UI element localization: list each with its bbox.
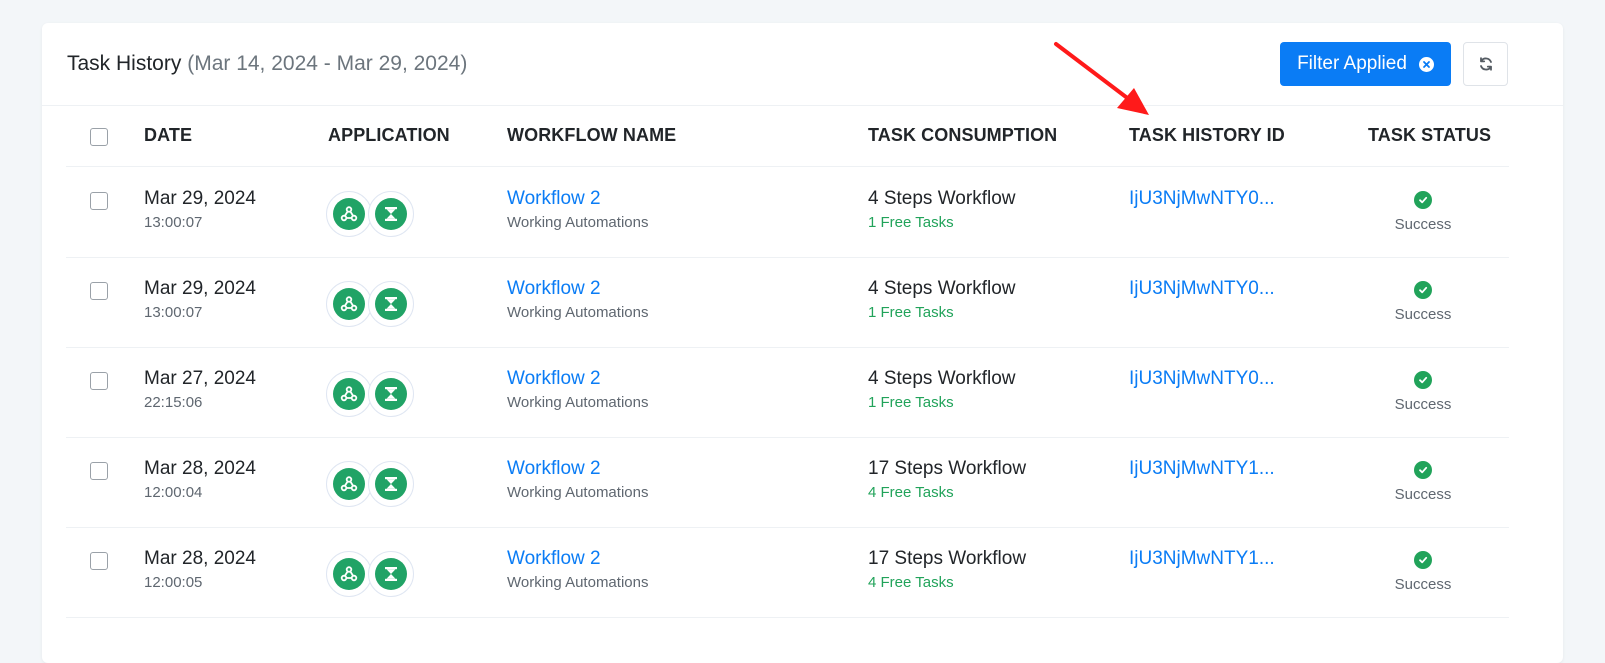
table-row[interactable]: Mar 28, 2024 12:00:04 Workflow 2 Working…	[66, 437, 1509, 528]
free-tasks: 1 Free Tasks	[868, 214, 954, 231]
workflow-link[interactable]: Workflow 2	[507, 188, 601, 210]
check-circle-icon	[1414, 461, 1432, 479]
task-steps: 17 Steps Workflow	[868, 548, 1027, 569]
status-text: Success	[1394, 306, 1452, 323]
task-history-id-link[interactable]: IjU3NjMwNTY0...	[1129, 188, 1275, 210]
column-workflow-name[interactable]: WORKFLOW NAME	[507, 125, 676, 146]
select-all-checkbox[interactable]	[90, 128, 108, 146]
task-steps: 4 Steps Workflow	[868, 368, 1016, 389]
status-text: Success	[1394, 486, 1452, 503]
column-task-consumption[interactable]: TASK CONSUMPTION	[868, 125, 1057, 146]
free-tasks: 4 Free Tasks	[868, 574, 954, 591]
row-date: Mar 29, 2024	[144, 188, 256, 209]
row-time: 22:15:06	[144, 394, 203, 411]
column-date[interactable]: DATE	[144, 125, 192, 146]
schedule-app-icon[interactable]	[368, 461, 414, 507]
title-text: Task History	[67, 52, 182, 75]
table-header: DATE APPLICATION WORKFLOW NAME TASK CONS…	[66, 106, 1509, 167]
task-steps: 17 Steps Workflow	[868, 458, 1027, 479]
workflow-folder: Working Automations	[507, 304, 649, 321]
free-tasks: 1 Free Tasks	[868, 394, 954, 411]
check-circle-icon	[1414, 551, 1432, 569]
check-circle-icon	[1414, 281, 1432, 299]
task-history-id-link[interactable]: IjU3NjMwNTY1...	[1129, 458, 1275, 480]
task-history-id-link[interactable]: IjU3NjMwNTY0...	[1129, 368, 1275, 390]
webhook-icon	[333, 198, 365, 230]
status-text: Success	[1394, 216, 1452, 233]
row-time: 12:00:05	[144, 574, 203, 591]
row-checkbox[interactable]	[90, 462, 108, 480]
table-row[interactable]: Mar 29, 2024 13:00:07 Workflow 2 Working…	[66, 167, 1509, 258]
row-time: 12:00:04	[144, 484, 203, 501]
webhook-icon	[333, 378, 365, 410]
workflow-link[interactable]: Workflow 2	[507, 368, 601, 390]
row-time: 13:00:07	[144, 304, 203, 321]
task-history-card: Task History (Mar 14, 2024 - Mar 29, 202…	[42, 23, 1563, 663]
table-row[interactable]: Mar 29, 2024 13:00:07 Workflow 2 Working…	[66, 257, 1509, 348]
row-checkbox[interactable]	[90, 372, 108, 390]
status-text: Success	[1394, 396, 1452, 413]
page-title: Task History (Mar 14, 2024 - Mar 29, 202…	[67, 52, 467, 76]
row-checkbox[interactable]	[90, 282, 108, 300]
row-date: Mar 28, 2024	[144, 548, 256, 569]
column-application[interactable]: APPLICATION	[328, 125, 450, 146]
check-circle-icon	[1414, 371, 1432, 389]
refresh-icon	[1479, 57, 1492, 71]
free-tasks: 1 Free Tasks	[868, 304, 954, 321]
schedule-icon	[375, 558, 407, 590]
card-header: Task History (Mar 14, 2024 - Mar 29, 202…	[42, 23, 1563, 106]
date-range: (Mar 14, 2024 - Mar 29, 2024)	[187, 52, 468, 75]
webhook-app-icon[interactable]	[326, 281, 372, 327]
row-checkbox[interactable]	[90, 552, 108, 570]
status-text: Success	[1394, 576, 1452, 593]
workflow-link[interactable]: Workflow 2	[507, 278, 601, 300]
webhook-app-icon[interactable]	[326, 191, 372, 237]
row-time: 13:00:07	[144, 214, 203, 231]
webhook-icon	[333, 468, 365, 500]
table-row[interactable]: Mar 27, 2024 22:15:06 Workflow 2 Working…	[66, 347, 1509, 438]
row-date: Mar 29, 2024	[144, 278, 256, 299]
task-history-id-link[interactable]: IjU3NjMwNTY1...	[1129, 548, 1275, 570]
column-task-history-id[interactable]: TASK HISTORY ID	[1129, 125, 1285, 146]
workflow-link[interactable]: Workflow 2	[507, 458, 601, 480]
schedule-icon	[375, 468, 407, 500]
free-tasks: 4 Free Tasks	[868, 484, 954, 501]
row-date: Mar 28, 2024	[144, 458, 256, 479]
filter-label: Filter Applied	[1297, 53, 1407, 74]
refresh-button[interactable]	[1463, 42, 1508, 86]
row-checkbox[interactable]	[90, 192, 108, 210]
webhook-app-icon[interactable]	[326, 371, 372, 417]
workflow-folder: Working Automations	[507, 214, 649, 231]
webhook-icon	[333, 288, 365, 320]
table-row[interactable]: Mar 28, 2024 12:00:05 Workflow 2 Working…	[66, 527, 1509, 618]
schedule-icon	[375, 378, 407, 410]
schedule-app-icon[interactable]	[368, 191, 414, 237]
filter-applied-button[interactable]: Filter Applied	[1280, 42, 1451, 86]
close-circle-icon[interactable]	[1418, 56, 1434, 72]
schedule-app-icon[interactable]	[368, 371, 414, 417]
task-history-id-link[interactable]: IjU3NjMwNTY0...	[1129, 278, 1275, 300]
schedule-app-icon[interactable]	[368, 551, 414, 597]
column-task-status[interactable]: TASK STATUS	[1368, 125, 1491, 146]
webhook-app-icon[interactable]	[326, 461, 372, 507]
check-circle-icon	[1414, 191, 1432, 209]
row-date: Mar 27, 2024	[144, 368, 256, 389]
webhook-icon	[333, 558, 365, 590]
workflow-folder: Working Automations	[507, 394, 649, 411]
schedule-app-icon[interactable]	[368, 281, 414, 327]
schedule-icon	[375, 198, 407, 230]
task-steps: 4 Steps Workflow	[868, 188, 1016, 209]
task-steps: 4 Steps Workflow	[868, 278, 1016, 299]
webhook-app-icon[interactable]	[326, 551, 372, 597]
workflow-link[interactable]: Workflow 2	[507, 548, 601, 570]
workflow-folder: Working Automations	[507, 574, 649, 591]
workflow-folder: Working Automations	[507, 484, 649, 501]
schedule-icon	[375, 288, 407, 320]
